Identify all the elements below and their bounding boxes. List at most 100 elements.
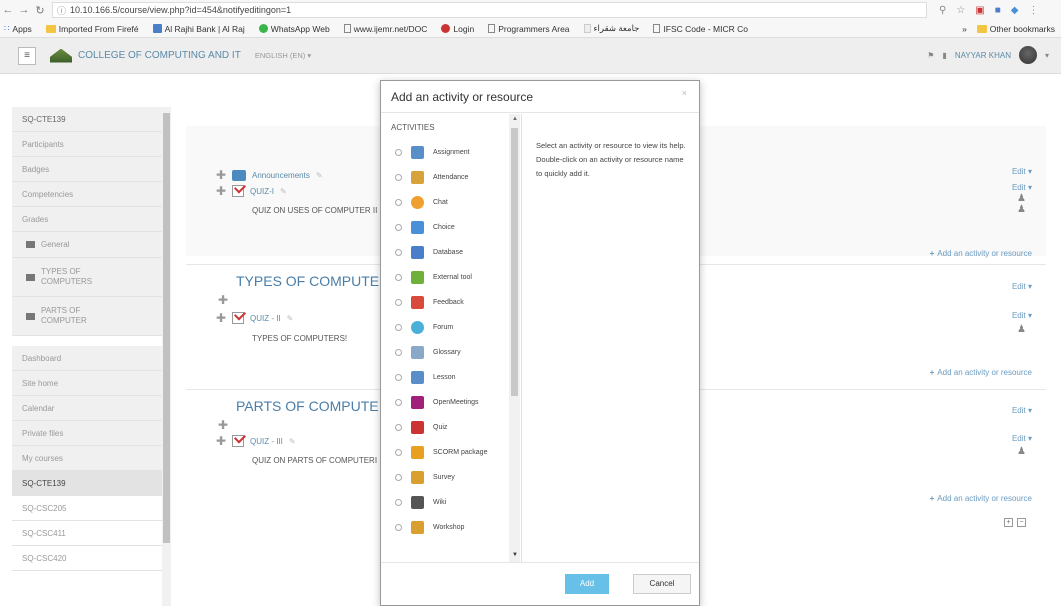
bookmark-ijemr[interactable]: www.ijemr.net/DOC [343, 24, 427, 34]
activity-option-survey[interactable]: Survey [381, 465, 521, 490]
bookmark-apps[interactable]: ∷ Apps [4, 23, 32, 34]
add-button[interactable]: Add [565, 574, 609, 594]
activity-option-attendance[interactable]: Attendance [381, 165, 521, 190]
drawer-toggle-button[interactable]: ≡ [18, 46, 36, 65]
cancel-button[interactable]: Cancel [633, 574, 691, 594]
sidebar-item-badges[interactable]: Badges [12, 157, 162, 182]
radio-button[interactable] [395, 349, 402, 356]
move-icon[interactable]: ✚ [216, 311, 226, 325]
activity-list-scrollbar[interactable] [509, 114, 520, 562]
activity-link[interactable]: QUIZ - III [250, 437, 283, 446]
activity-option-scorm-package[interactable]: SCORM package [381, 440, 521, 465]
star-icon[interactable]: ☆ [956, 5, 965, 16]
more-bookmarks-button[interactable]: » [962, 24, 967, 34]
activity-option-quiz[interactable]: Quiz [381, 415, 521, 440]
activity-option-wiki[interactable]: Wiki [381, 490, 521, 515]
notifications-icon[interactable]: ⚑ [927, 51, 934, 60]
section-title[interactable]: TYPES OF COMPUTE [236, 273, 379, 289]
extension-icon[interactable]: ▣ [975, 5, 984, 16]
move-icon[interactable]: ✚ [218, 418, 228, 432]
messages-icon[interactable]: ▮ [942, 51, 946, 60]
activity-option-external-tool[interactable]: External tool [381, 265, 521, 290]
extension-icon[interactable]: ◆ [1011, 5, 1019, 16]
add-activity-link[interactable]: + Add an activity or resource [930, 368, 1032, 377]
sidebar-section-general[interactable]: General [12, 232, 162, 258]
activity-edit-menu[interactable]: Edit ▾ [1012, 434, 1032, 443]
edit-title-icon[interactable]: ✎ [289, 437, 296, 446]
radio-button[interactable] [395, 524, 402, 531]
radio-button[interactable] [395, 399, 402, 406]
bookmark-ifsc[interactable]: IFSC Code - MICR Co [653, 24, 748, 34]
sidebar-course-link[interactable]: SQ-CSC420 [12, 546, 162, 571]
radio-button[interactable] [395, 424, 402, 431]
radio-button[interactable] [395, 224, 402, 231]
section-edit-menu[interactable]: Edit ▾ [1012, 282, 1032, 291]
radio-button[interactable] [395, 249, 402, 256]
sidebar-item-calendar[interactable]: Calendar [12, 396, 162, 421]
radio-button[interactable] [395, 474, 402, 481]
forward-icon[interactable]: → [16, 4, 32, 16]
sidebar-section-types[interactable]: TYPES OF COMPUTERS [12, 258, 162, 297]
avatar[interactable] [1018, 46, 1037, 64]
address-bar[interactable]: ⓘ 10.10.166.5/course/view.php?id=454&not… [52, 2, 927, 18]
section-edit-menu[interactable]: Edit ▾ [1012, 406, 1032, 415]
scroll-down-icon[interactable]: ▼ [512, 552, 518, 558]
move-icon[interactable]: ✚ [216, 434, 226, 448]
bookmark-alrajhi[interactable]: Al Rajhi Bank | Al Raj [152, 24, 245, 34]
language-menu[interactable]: ENGLISH (EN) ▾ [255, 51, 311, 60]
activity-option-forum[interactable]: Forum [381, 315, 521, 340]
activity-link[interactable]: QUIZ - II [250, 314, 281, 323]
move-icon[interactable]: ✚ [216, 168, 226, 182]
sidebar-course-link[interactable]: SQ-CSC205 [12, 496, 162, 521]
activity-option-feedback[interactable]: Feedback [381, 290, 521, 315]
activity-option-glossary[interactable]: Glossary [381, 340, 521, 365]
sidebar-item-competencies[interactable]: Competencies [12, 182, 162, 207]
activity-option-workshop[interactable]: Workshop [381, 515, 521, 540]
activity-edit-menu[interactable]: Edit ▾ [1012, 183, 1032, 192]
sidebar-item-site-home[interactable]: Site home [12, 371, 162, 396]
radio-button[interactable] [395, 199, 402, 206]
activity-option-assignment[interactable]: Assignment [381, 140, 521, 165]
activity-link[interactable]: QUIZ-I [250, 187, 274, 196]
bookmark-login[interactable]: Login [441, 24, 474, 34]
close-icon[interactable]: × [682, 88, 687, 98]
section-edit-menu[interactable]: Edit ▾ [1012, 167, 1032, 176]
site-logo[interactable] [50, 48, 72, 63]
extension-icon[interactable]: ■ [995, 5, 1001, 16]
bookmark-programmers[interactable]: Programmers Area [488, 24, 570, 34]
activity-option-openmeetings[interactable]: OpenMeetings [381, 390, 521, 415]
radio-button[interactable] [395, 499, 402, 506]
sidebar-item-participants[interactable]: Participants [12, 132, 162, 157]
add-activity-link[interactable]: + Add an activity or resource [930, 494, 1032, 503]
sidebar-item-dashboard[interactable]: Dashboard [12, 346, 162, 371]
activity-option-database[interactable]: Database [381, 240, 521, 265]
add-activity-link[interactable]: + Add an activity or resource [930, 249, 1032, 258]
activity-option-chat[interactable]: Chat [381, 190, 521, 215]
activity-link[interactable]: Announcements [252, 171, 310, 180]
section-title[interactable]: PARTS OF COMPUTE [236, 398, 379, 414]
sidebar-course[interactable]: SQ-CTE139 [12, 107, 162, 132]
move-icon[interactable]: ✚ [218, 293, 228, 307]
activity-edit-menu[interactable]: Edit ▾ [1012, 311, 1032, 320]
expand-all-icon[interactable]: + [1004, 518, 1013, 527]
radio-button[interactable] [395, 174, 402, 181]
edit-title-icon[interactable]: ✎ [316, 171, 323, 180]
move-icon[interactable]: ✚ [216, 184, 226, 198]
sidebar-course-link[interactable]: SQ-CTE139 [12, 471, 162, 496]
sidebar-item-my-courses[interactable]: My courses [12, 446, 162, 471]
zoom-icon[interactable]: ⚲ [939, 5, 946, 16]
radio-button[interactable] [395, 449, 402, 456]
site-name[interactable]: COLLEGE OF COMPUTING AND IT [78, 50, 241, 61]
reload-icon[interactable]: ↻ [32, 4, 48, 17]
scroll-up-icon[interactable]: ▲ [512, 116, 518, 122]
activity-option-choice[interactable]: Choice [381, 215, 521, 240]
sidebar-item-private-files[interactable]: Private files [12, 421, 162, 446]
sidebar-section-parts[interactable]: PARTS OF COMPUTER [12, 297, 162, 336]
menu-icon[interactable]: ⋮ [1029, 5, 1039, 16]
edit-title-icon[interactable]: ✎ [280, 187, 287, 196]
bookmark-imported[interactable]: Imported From Firefé [45, 24, 139, 34]
collapse-all-icon[interactable]: − [1017, 518, 1026, 527]
sidebar-course-link[interactable]: SQ-CSC411 [12, 521, 162, 546]
activity-option-lesson[interactable]: Lesson [381, 365, 521, 390]
sidebar-scrollbar[interactable] [162, 107, 171, 606]
